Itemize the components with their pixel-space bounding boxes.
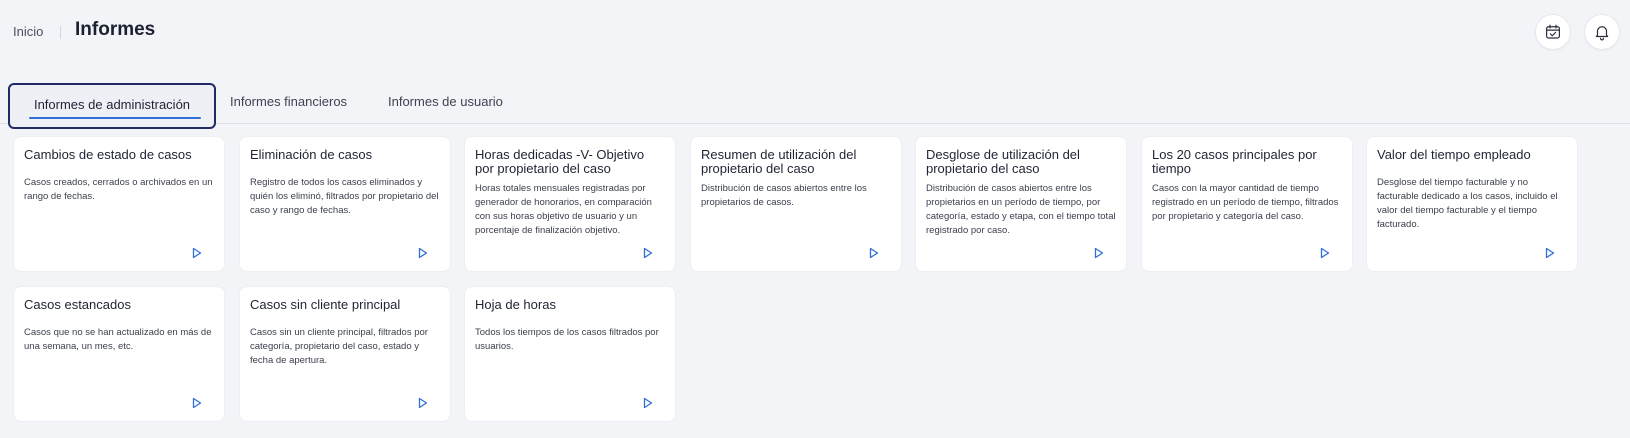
report-card-description: Registro de todos los casos eliminados y… (250, 177, 439, 216)
report-card-title: Los 20 casos principales por tiempo (1152, 147, 1317, 176)
report-card-description: Casos con la mayor cantidad de tiempo re… (1152, 183, 1339, 222)
report-card[interactable]: Cambios de estado de casos Casos creados… (13, 136, 225, 272)
play-icon[interactable] (1320, 247, 1330, 259)
report-card[interactable]: Los 20 casos principales por tiempo Caso… (1141, 136, 1353, 272)
report-card-title: Casos sin cliente principal (250, 297, 401, 312)
report-card-title: Casos estancados (24, 297, 131, 312)
play-icon[interactable] (1094, 247, 1104, 259)
breadcrumb-separator (60, 26, 61, 39)
bell-icon (1595, 26, 1609, 41)
play-icon[interactable] (192, 397, 202, 409)
report-card[interactable]: Desglose de utilización del propietario … (915, 136, 1127, 272)
report-card-description: Distribución de casos abiertos entre los… (701, 183, 867, 208)
report-card-title: Horas dedicadas -V- Objetivo por propiet… (475, 147, 645, 176)
report-card-title: Hoja de horas (475, 297, 556, 312)
report-card[interactable]: Resumen de utilización del propietario d… (690, 136, 902, 272)
report-card-description: Casos sin un cliente principal, filtrado… (250, 327, 428, 366)
play-icon[interactable] (418, 397, 428, 409)
page-header: Inicio Informes (0, 0, 1630, 64)
play-icon[interactable] (643, 247, 653, 259)
report-card[interactable]: Eliminación de casos Registro de todos l… (239, 136, 451, 272)
play-icon[interactable] (869, 247, 879, 259)
tab-label: Informes de administración (33, 97, 191, 112)
report-card[interactable]: Valor del tiempo empleado Desglose del t… (1366, 136, 1578, 272)
tab-user-reports[interactable]: Informes de usuario (388, 82, 503, 124)
report-card[interactable]: Hoja de horas Todos los tiempos de los c… (464, 286, 676, 422)
calendar-button[interactable] (1535, 14, 1571, 50)
report-card-description: Casos creados, cerrados o archivados en … (24, 177, 213, 202)
report-card-description: Horas totales mensuales registradas por … (475, 183, 652, 236)
notifications-button[interactable] (1584, 14, 1620, 50)
tab-financial-reports[interactable]: Informes financieros (230, 82, 347, 124)
report-card-title: Eliminación de casos (250, 147, 373, 162)
report-card-title: Resumen de utilización del propietario d… (701, 147, 857, 176)
report-card-title: Desglose de utilización del propietario … (926, 147, 1080, 176)
tab-admin-reports[interactable]: Informes de administración (8, 83, 216, 129)
play-icon[interactable] (1545, 247, 1555, 259)
calendar-check-icon (1546, 24, 1560, 39)
report-card-description: Distribución de casos abiertos entre los… (926, 183, 1116, 236)
report-card-description: Desglose del tiempo facturable y no fact… (1377, 177, 1558, 230)
report-tabs: Informes de administración Informes fina… (0, 82, 1630, 129)
play-icon[interactable] (643, 397, 653, 409)
report-card-description: Todos los tiempos de los casos filtrados… (475, 327, 659, 352)
tab-label: Informes de usuario (388, 94, 503, 109)
play-icon[interactable] (418, 247, 428, 259)
report-card-title: Valor del tiempo empleado (1377, 147, 1531, 162)
report-card[interactable]: Casos estancados Casos que no se han act… (13, 286, 225, 422)
report-card[interactable]: Horas dedicadas -V- Objetivo por propiet… (464, 136, 676, 272)
report-card[interactable]: Casos sin cliente principal Casos sin un… (239, 286, 451, 422)
report-card-description: Casos que no se han actualizado en más d… (24, 327, 212, 352)
play-icon[interactable] (192, 247, 202, 259)
tab-label: Informes financieros (230, 94, 348, 109)
report-card-title: Cambios de estado de casos (24, 147, 192, 162)
page-title: Informes (75, 19, 156, 40)
breadcrumb-home[interactable]: Inicio (13, 24, 43, 39)
active-tab-indicator (29, 117, 201, 119)
